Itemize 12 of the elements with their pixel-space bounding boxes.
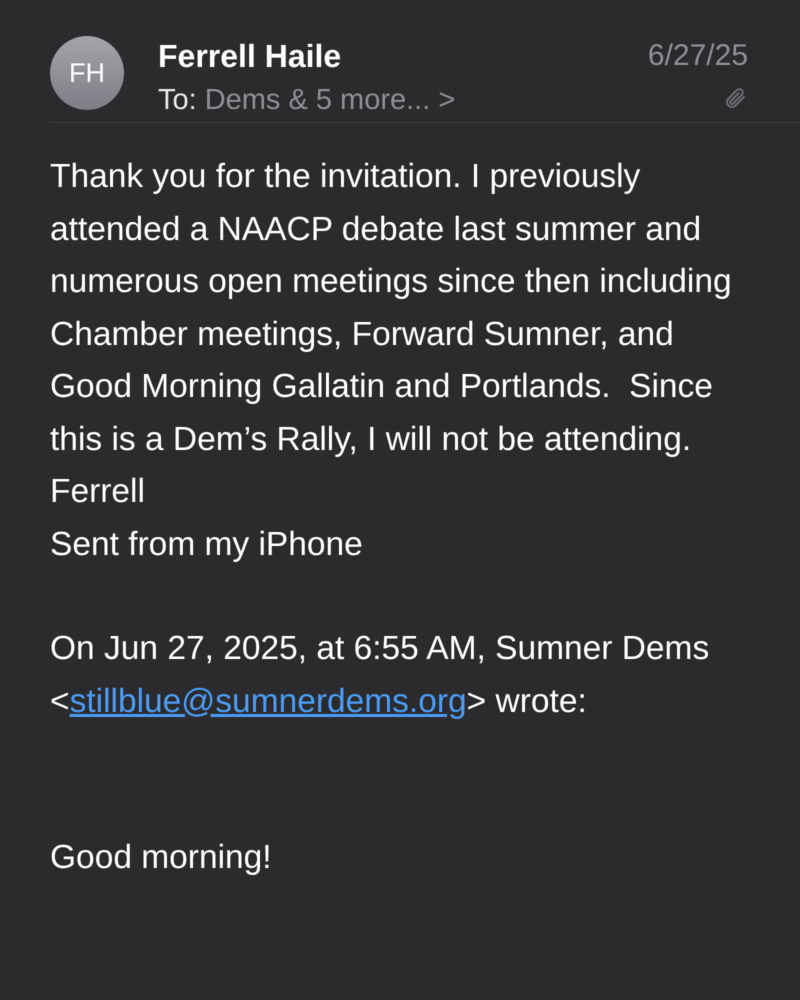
sender-name: Ferrell Haile xyxy=(158,37,342,76)
sent-from-text: Sent from my iPhone xyxy=(50,524,364,564)
recipients-link[interactable]: Dems & 5 more... xyxy=(204,82,430,118)
message-date: 6/27/25 xyxy=(648,38,748,74)
greeting-text: Good morning! xyxy=(50,838,273,878)
avatar: FH xyxy=(50,36,124,110)
quote-header: On Jun 27, 2025, at 6:55 AM, Sumner Dems <stillblue@sumnerdems.org> wrote: xyxy=(50,629,710,722)
signature: Ferrell xyxy=(50,472,146,512)
message-paragraph: Thank you for the invitation. I previously attended a NAACP debate last summer and numerous open meetings since then including Chamber meetings, Forward Sumner, and Good Morning Gallatin and Portlands. Since this is a Dem’s Rally, I will not be attending. xyxy=(50,157,733,460)
to-label: To: xyxy=(158,83,197,118)
email-link[interactable]: stillblue@sumnerdems.org xyxy=(70,682,467,720)
chevron-icon[interactable]: > xyxy=(438,82,456,118)
